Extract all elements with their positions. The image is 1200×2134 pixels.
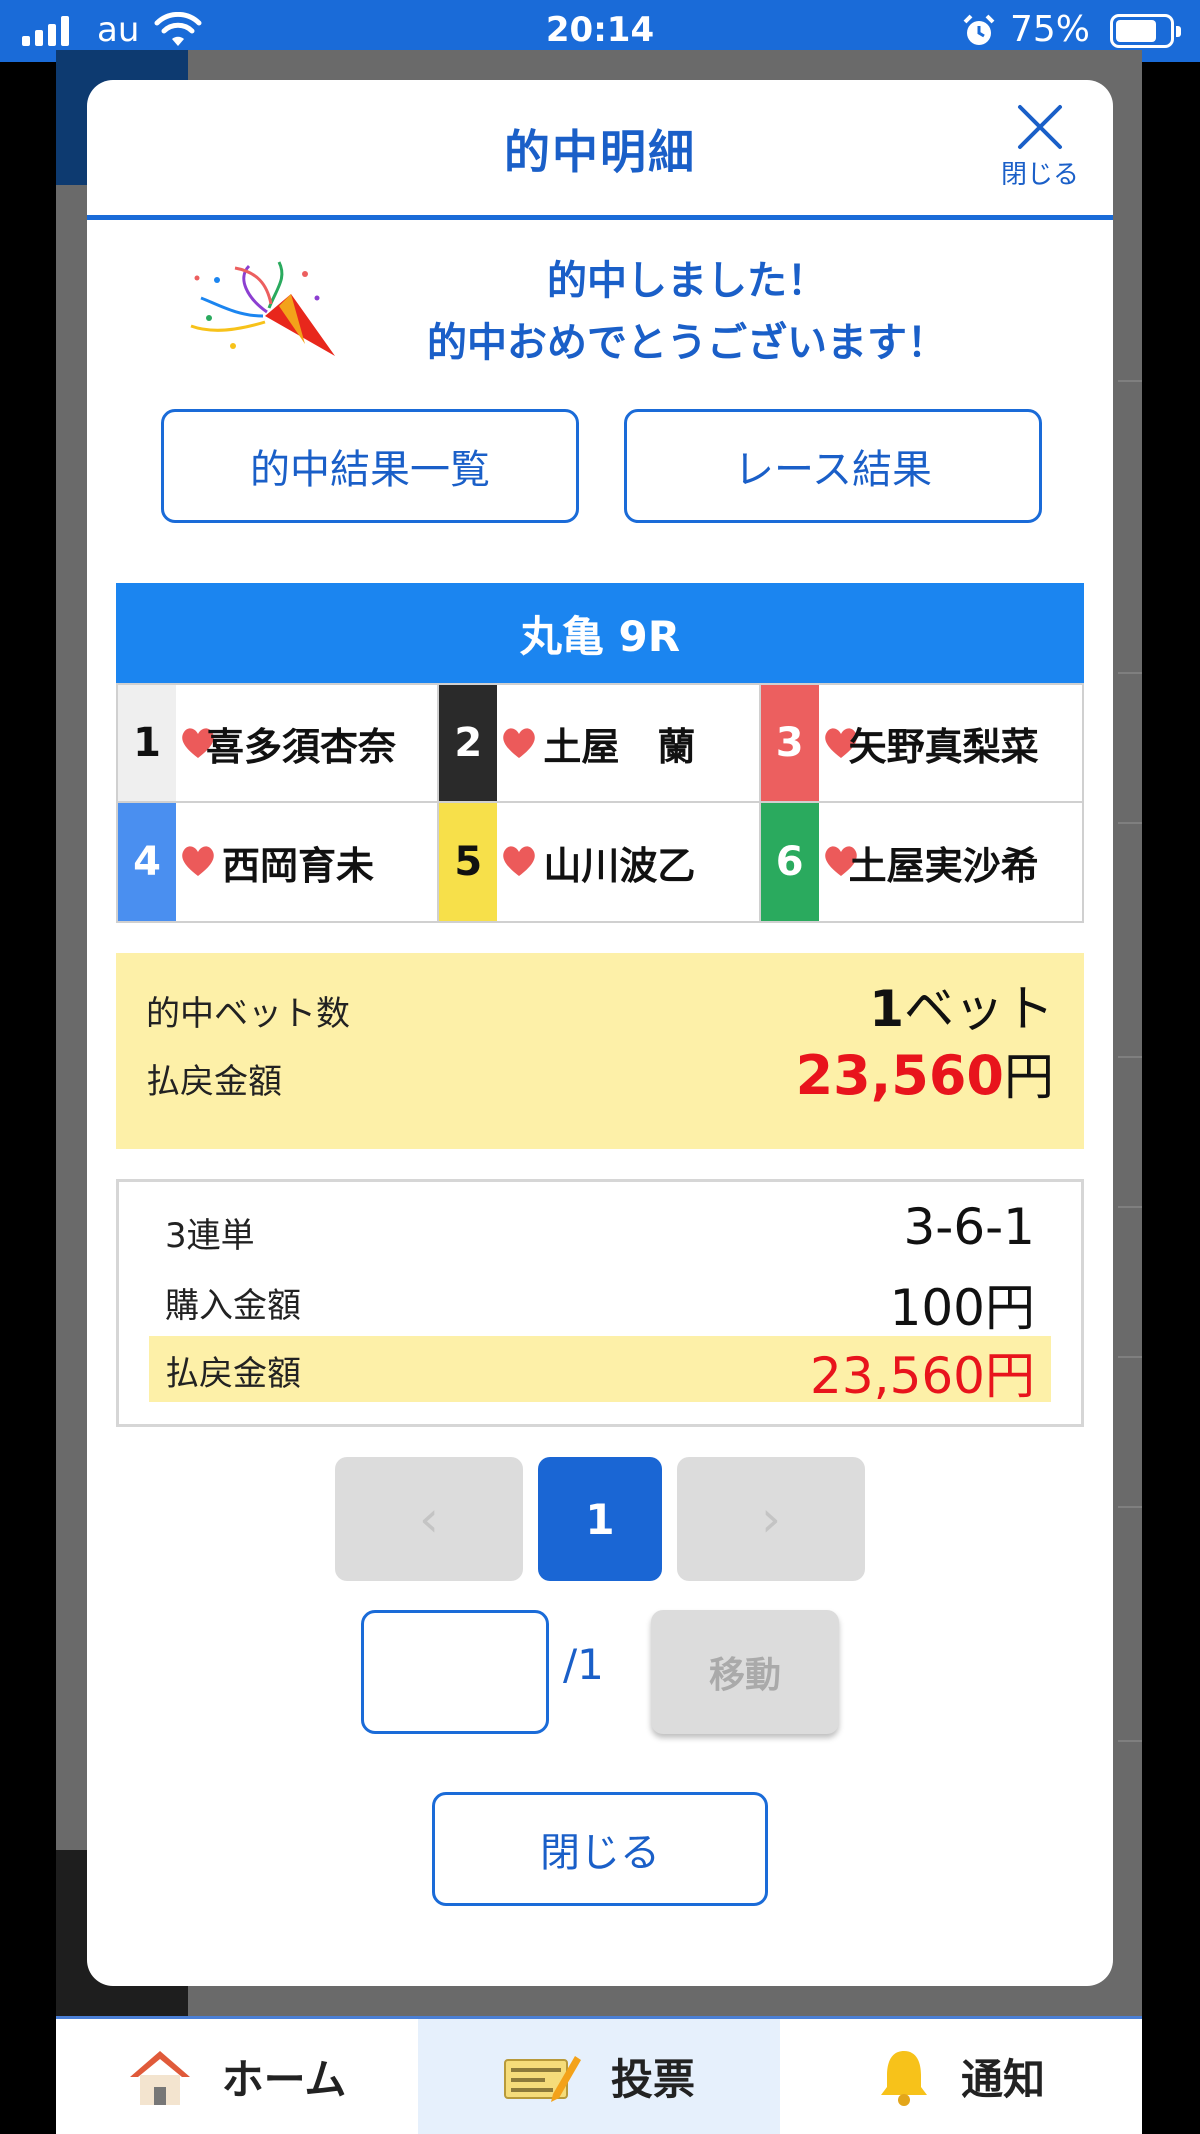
- nav-vote[interactable]: 投票: [418, 2019, 780, 2134]
- page-total: /1: [563, 1640, 604, 1689]
- detail-purchase-row: 購入金額 100円: [149, 1268, 1051, 1337]
- heart-icon[interactable]: [499, 723, 539, 761]
- racer-number: 5: [439, 803, 498, 921]
- detail-payout-label: 払戻金額: [165, 1354, 301, 1394]
- racer-number: 2: [439, 685, 498, 801]
- heart-icon[interactable]: [499, 841, 539, 879]
- bet-detail: 3連単 3-6-1 購入金額 100円 払戻金額 23,560円: [116, 1179, 1084, 1427]
- payout-label: 払戻金額: [146, 1062, 282, 1102]
- background-divider: [1118, 822, 1142, 824]
- close-x-label: 閉じる: [1000, 160, 1079, 190]
- congrats-text: 的中しました！ 的中おめでとうございます！: [347, 250, 1027, 374]
- close-x-button[interactable]: 閉じる: [985, 88, 1095, 206]
- purchase-value: 100円: [889, 1279, 1035, 1337]
- move-page-button[interactable]: 移動: [651, 1610, 839, 1734]
- purchase-label: 購入金額: [165, 1286, 301, 1326]
- ticket-pencil-icon: [503, 2055, 581, 2102]
- close-icon: [1018, 105, 1062, 149]
- close-button[interactable]: 閉じる: [432, 1792, 768, 1906]
- racer-number: 6: [760, 803, 819, 921]
- nav-vote-label: 投票: [610, 2055, 695, 2104]
- racer-name: 矢野真梨菜: [848, 724, 1039, 769]
- background-divider: [1118, 380, 1142, 382]
- background-divider: [1118, 1056, 1142, 1058]
- alarm-icon: [963, 14, 995, 45]
- racer-name: 西岡育未: [222, 843, 375, 888]
- racer-name: 喜多須杏奈: [206, 724, 397, 769]
- hit-results-list-button[interactable]: 的中結果一覧: [161, 409, 579, 523]
- racer-number: 3: [760, 685, 819, 801]
- racer-number: 4: [118, 803, 176, 921]
- racer-cell: 5 山川波乙: [439, 803, 761, 921]
- modal-header: 的中明細 閉じる: [87, 80, 1113, 220]
- bet-combination: 3-6-1: [903, 1198, 1035, 1256]
- racer-cell: 2 土屋 蘭: [439, 685, 761, 803]
- party-popper-icon: [190, 261, 335, 356]
- nav-notify-label: 通知: [960, 2055, 1045, 2104]
- background-divider: [1118, 1506, 1142, 1508]
- detail-payout-row: 払戻金額 23,560円: [149, 1336, 1051, 1405]
- racer-name: 土屋実沙希: [848, 843, 1039, 888]
- race-title: 丸亀 9R: [116, 583, 1084, 683]
- racer-cell: 1 喜多須杏奈: [118, 685, 440, 803]
- racer-name: 山川波乙: [543, 843, 696, 888]
- prev-page-button[interactable]: ‹: [335, 1457, 523, 1581]
- detail-bet-type-row: 3連単 3-6-1: [149, 1198, 1051, 1264]
- payout-value: 23,560円: [795, 1044, 1054, 1107]
- congrats-line-1: 的中しました！: [547, 258, 827, 304]
- racer-grid: 1 喜多須杏奈 2 土屋 蘭 3 矢野真梨菜 4 西岡育未 5 山川波乙 6 土…: [116, 683, 1084, 923]
- background-divider: [1118, 1206, 1142, 1208]
- background-divider: [1118, 672, 1142, 674]
- congrats-line-2: 的中おめでとうございます！: [427, 320, 947, 366]
- racer-cell: 3 矢野真梨菜: [760, 685, 1082, 803]
- bell-icon: [880, 2050, 927, 2106]
- hit-summary: 的中ベット数 1ベット 払戻金額 23,560円: [116, 953, 1084, 1149]
- background-divider: [1118, 1740, 1142, 1742]
- nav-home[interactable]: ホーム: [56, 2019, 418, 2134]
- race-result-button[interactable]: レース結果: [624, 409, 1042, 523]
- page-number-input[interactable]: [361, 1610, 549, 1734]
- detail-payout-value: 23,560円: [810, 1347, 1035, 1405]
- background-divider: [1118, 1356, 1142, 1358]
- bet-type: 3連単: [165, 1216, 255, 1256]
- summary-bets-row: 的中ベット数 1ベット: [146, 980, 1054, 1041]
- racer-cell: 6 土屋実沙希: [760, 803, 1082, 921]
- hit-bets-label: 的中ベット数: [146, 994, 350, 1034]
- battery-percent: 75%: [1010, 9, 1091, 50]
- racer-number: 1: [118, 685, 176, 801]
- bottom-nav: ホーム 投票 通知: [56, 2016, 1142, 2134]
- modal-title: 的中明細: [504, 125, 696, 179]
- hit-bets-value: 1ベット: [869, 980, 1054, 1038]
- next-page-button[interactable]: ›: [677, 1457, 865, 1581]
- hit-detail-modal: 的中明細 閉じる 的中しました！ 的中おめでとうございます！ 的中結果一覧 レー…: [87, 80, 1113, 1986]
- home-icon: [129, 2050, 190, 2105]
- racer-cell: 4 西岡育未: [118, 803, 440, 921]
- nav-notify[interactable]: 通知: [780, 2019, 1142, 2134]
- current-page-button[interactable]: 1: [538, 1457, 662, 1581]
- battery-icon: [1110, 14, 1181, 48]
- summary-payout-row: 払戻金額 23,560円: [146, 1044, 1054, 1109]
- congrats-message: 的中しました！ 的中おめでとうございます！: [87, 250, 1113, 380]
- nav-home-label: ホーム: [221, 2055, 347, 2104]
- racer-name: 土屋 蘭: [543, 724, 696, 769]
- heart-icon[interactable]: [178, 841, 218, 879]
